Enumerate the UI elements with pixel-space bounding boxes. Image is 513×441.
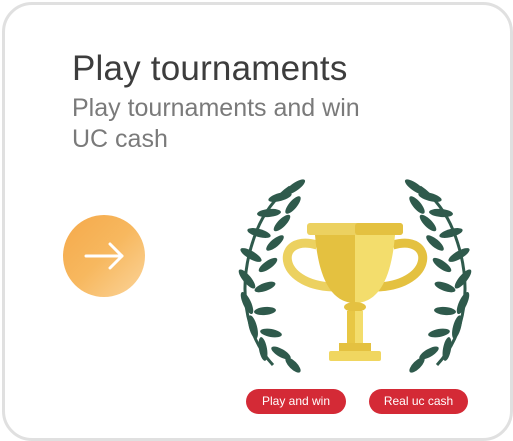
card-title: Play tournaments bbox=[72, 49, 348, 88]
tag-play-and-win: Play and win bbox=[246, 389, 346, 414]
tag-real-uc-cash: Real uc cash bbox=[369, 389, 468, 414]
arrow-right-icon bbox=[84, 242, 124, 270]
card-subtitle: Play tournaments and win UC cash bbox=[72, 94, 360, 153]
tournament-card[interactable]: Play tournaments Play tournaments and wi… bbox=[2, 2, 513, 441]
trophy-laurel-icon bbox=[238, 179, 472, 373]
go-button[interactable] bbox=[63, 215, 145, 297]
